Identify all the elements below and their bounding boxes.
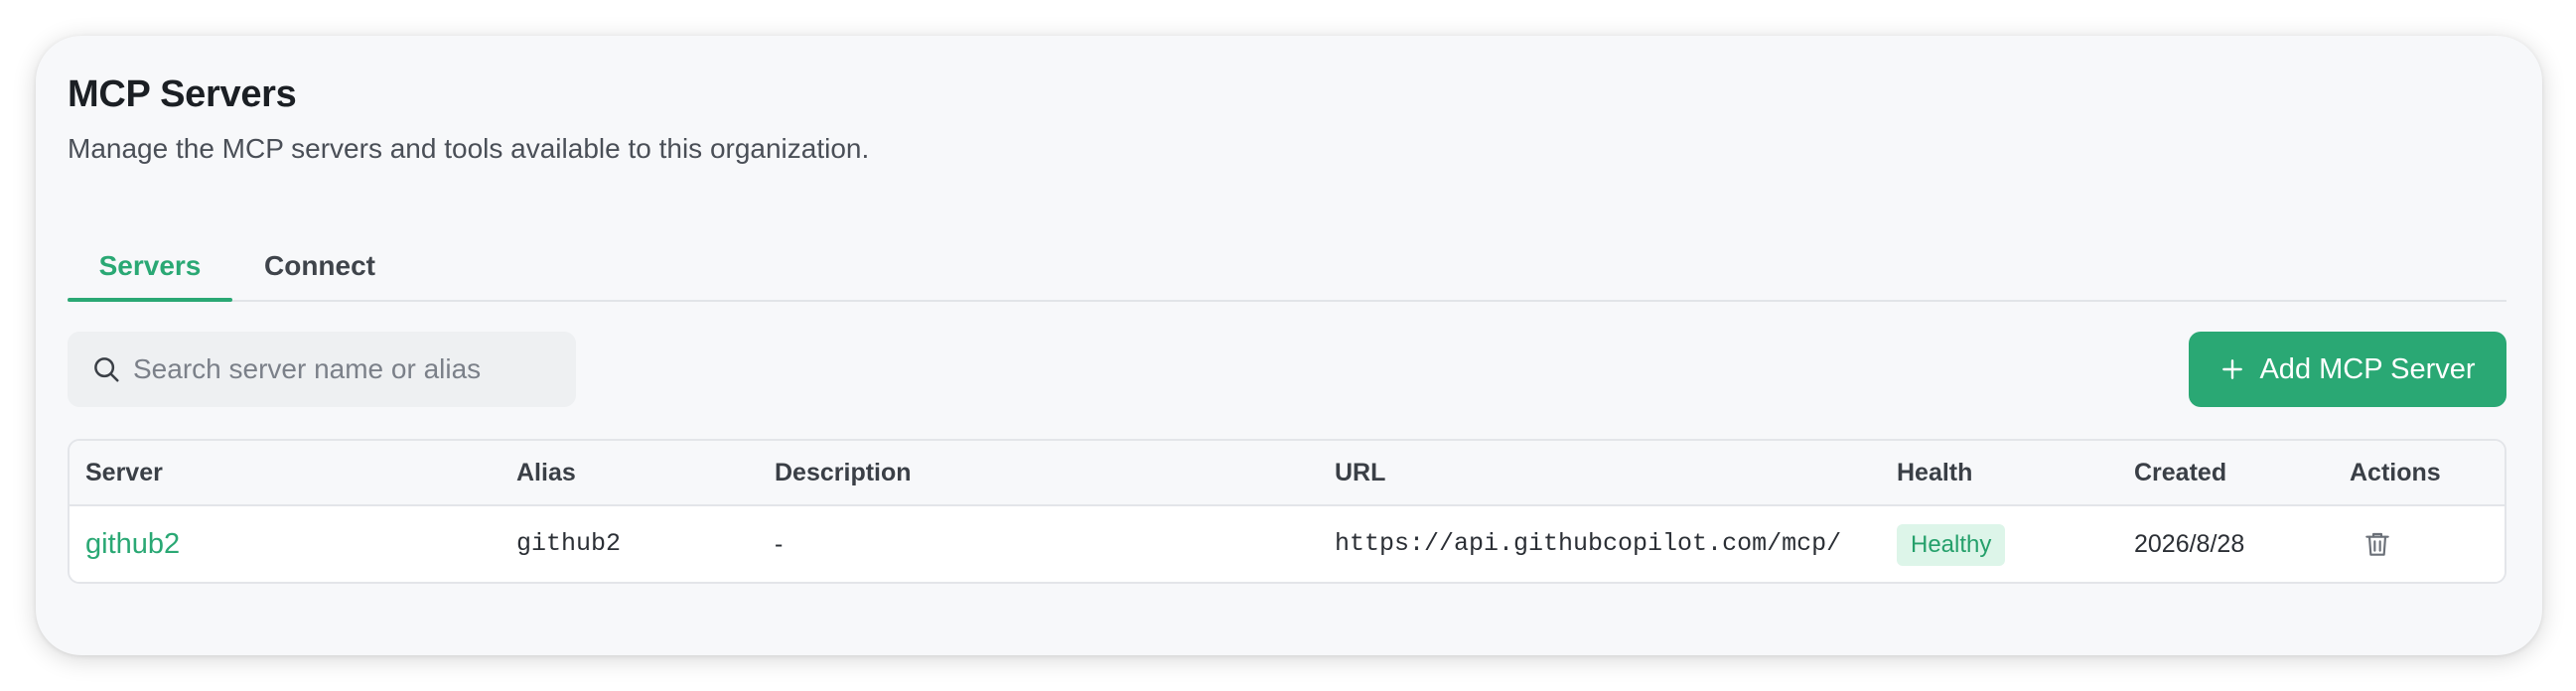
server-description: - — [775, 530, 784, 558]
column-header-url[interactable]: URL — [1335, 441, 1385, 504]
server-url: https://api.githubcopilot.com/mcp/ — [1335, 529, 1842, 558]
add-mcp-server-label: Add MCP Server — [2259, 352, 2476, 385]
plus-icon — [2222, 359, 2243, 379]
server-alias: github2 — [516, 529, 622, 558]
health-status-badge: Healthy — [1897, 524, 2006, 566]
table-header: Server Alias Description URL Health Crea… — [70, 441, 2504, 506]
column-header-health[interactable]: Health — [1897, 441, 1972, 504]
add-mcp-server-button[interactable]: Add MCP Server — [2189, 332, 2506, 407]
column-header-created[interactable]: Created — [2134, 441, 2226, 504]
search-icon — [94, 357, 119, 382]
server-name-link[interactable]: github2 — [85, 506, 180, 582]
trash-icon[interactable] — [2361, 528, 2393, 560]
servers-table: Server Alias Description URL Health Crea… — [68, 439, 2506, 584]
search-box[interactable] — [68, 332, 576, 407]
search-input[interactable] — [131, 332, 558, 407]
tab-connect[interactable]: Connect — [232, 234, 407, 302]
active-tab-indicator — [68, 298, 232, 302]
tab-servers[interactable]: Servers — [68, 234, 232, 302]
page-title: MCP Servers — [68, 73, 297, 115]
created-date: 2026/8/28 — [2134, 530, 2245, 558]
page-subtitle: Manage the MCP servers and tools availab… — [68, 133, 870, 164]
column-header-actions: Actions — [2350, 459, 2441, 486]
column-header-server[interactable]: Server — [85, 441, 163, 504]
table-row: github2 github2 - https://api.githubcopi… — [70, 506, 2504, 582]
mcp-servers-panel: MCP Servers Manage the MCP servers and t… — [36, 36, 2542, 655]
tab-bar: Servers Connect — [68, 234, 2506, 302]
column-header-alias[interactable]: Alias — [516, 441, 576, 504]
column-header-description[interactable]: Description — [775, 441, 912, 504]
